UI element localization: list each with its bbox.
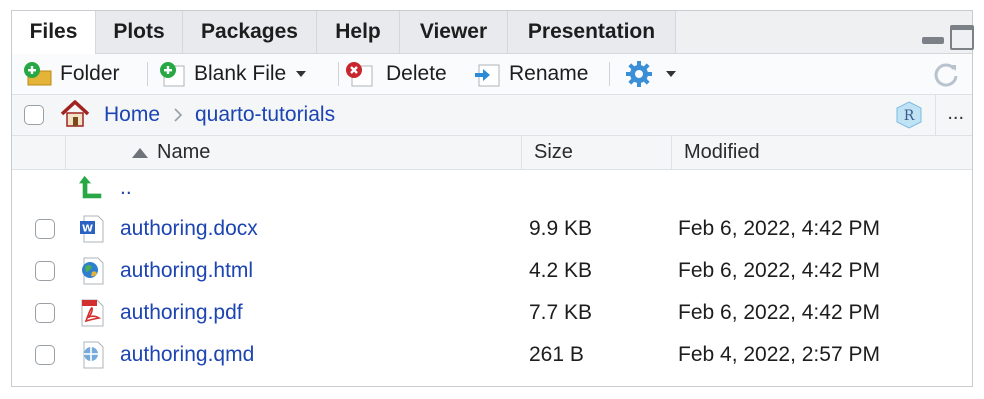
tab-plots[interactable]: Plots	[96, 11, 183, 53]
tab-viewer[interactable]: Viewer	[400, 11, 508, 53]
toolbar-divider	[609, 62, 610, 86]
file-name-link[interactable]: authoring.qmd	[120, 334, 254, 376]
size-column-label: Size	[534, 141, 573, 163]
rename-label: Rename	[509, 62, 589, 85]
row-checkbox[interactable]	[35, 261, 55, 281]
sort-ascending-icon	[132, 148, 148, 158]
row-checkbox[interactable]	[35, 219, 55, 239]
size-column-header[interactable]: Size	[521, 136, 672, 169]
tab-help[interactable]: Help	[317, 11, 400, 53]
more-actions-button[interactable]	[624, 54, 676, 94]
table-row: authoring.html 4.2 KB Feb 6, 2022, 4:42 …	[12, 250, 972, 292]
breadcrumb-current-folder[interactable]: quarto-tutorials	[195, 95, 335, 135]
modified-column-header[interactable]: Modified	[671, 136, 973, 169]
svg-text:W: W	[82, 224, 93, 235]
files-pane: Files Plots Packages Help Viewer Present…	[11, 10, 974, 387]
tab-presentation[interactable]: Presentation	[508, 11, 676, 53]
tab-packages[interactable]: Packages	[183, 11, 317, 53]
html-globe-icon	[82, 257, 104, 285]
quarto-icon	[83, 341, 104, 369]
row-checkbox[interactable]	[35, 303, 55, 323]
rename-icon	[475, 64, 500, 87]
file-list-header: Name Size Modified	[12, 136, 972, 170]
tab-files[interactable]: Files	[12, 11, 96, 54]
file-size: 9.9 KB	[529, 217, 593, 240]
up-arrow-icon	[79, 175, 102, 199]
name-column-label: Name	[157, 141, 211, 163]
table-row: authoring.qmd 261 B Feb 4, 2022, 2:57 PM	[12, 334, 972, 376]
toolbar-divider	[147, 62, 148, 86]
new-file-icon	[160, 62, 185, 87]
new-folder-button[interactable]: Folder	[22, 54, 120, 94]
file-name-link[interactable]: authoring.html	[120, 250, 253, 292]
word-doc-icon: W	[80, 215, 104, 243]
file-size: 4.2 KB	[529, 259, 593, 282]
pdf-icon	[81, 299, 104, 327]
file-name-link[interactable]: authoring.docx	[120, 208, 258, 250]
breadcrumb: Home quarto-tutorials R ...	[12, 95, 972, 136]
chevron-down-icon	[296, 71, 307, 77]
pane-tab-bar: Files Plots Packages Help Viewer Present…	[12, 11, 974, 54]
refresh-icon	[934, 63, 958, 87]
more-options-button[interactable]: ...	[947, 95, 964, 135]
toolbar-divider	[338, 62, 339, 86]
chevron-down-icon	[666, 71, 676, 77]
new-folder-label: Folder	[60, 62, 120, 85]
rename-button[interactable]: Rename	[471, 54, 588, 94]
select-all-checkbox[interactable]	[24, 105, 44, 125]
breadcrumb-home-link[interactable]: Home	[104, 95, 160, 135]
delete-label: Delete	[386, 62, 447, 85]
file-modified: Feb 6, 2022, 4:42 PM	[678, 301, 880, 324]
table-row: W authoring.docx 9.9 KB Feb 6, 2022, 4:4…	[12, 208, 972, 250]
new-blank-file-label: Blank File	[194, 62, 287, 85]
breadcrumb-separator-icon	[174, 108, 183, 122]
file-modified: Feb 6, 2022, 4:42 PM	[678, 217, 880, 240]
delete-button[interactable]: Delete	[344, 54, 447, 94]
name-column-header[interactable]: Name	[65, 136, 522, 169]
gear-icon	[626, 61, 652, 87]
table-row: authoring.pdf 7.7 KB Feb 6, 2022, 4:42 P…	[12, 292, 972, 334]
parent-directory-link[interactable]: ..	[120, 170, 132, 212]
maximize-pane-icon[interactable]	[950, 25, 974, 50]
file-modified: Feb 6, 2022, 4:42 PM	[678, 259, 880, 282]
file-modified: Feb 4, 2022, 2:57 PM	[678, 343, 880, 366]
files-toolbar: Folder Blank File Delete Rename	[12, 54, 972, 95]
svg-text:R: R	[904, 108, 915, 124]
file-size: 7.7 KB	[529, 301, 593, 324]
new-blank-file-button[interactable]: Blank File	[158, 54, 307, 94]
new-folder-icon	[24, 62, 52, 86]
r-project-icon[interactable]: R	[896, 101, 922, 129]
refresh-button[interactable]	[932, 54, 960, 94]
delete-icon	[346, 62, 373, 87]
file-name-link[interactable]: authoring.pdf	[120, 292, 243, 334]
parent-directory-row[interactable]: ..	[12, 170, 972, 212]
home-icon[interactable]	[58, 99, 92, 129]
row-checkbox[interactable]	[35, 345, 55, 365]
file-size: 261 B	[529, 343, 584, 366]
minimize-pane-icon[interactable]	[922, 37, 944, 44]
modified-column-label: Modified	[684, 141, 760, 163]
breadcrumb-divider	[935, 95, 936, 135]
